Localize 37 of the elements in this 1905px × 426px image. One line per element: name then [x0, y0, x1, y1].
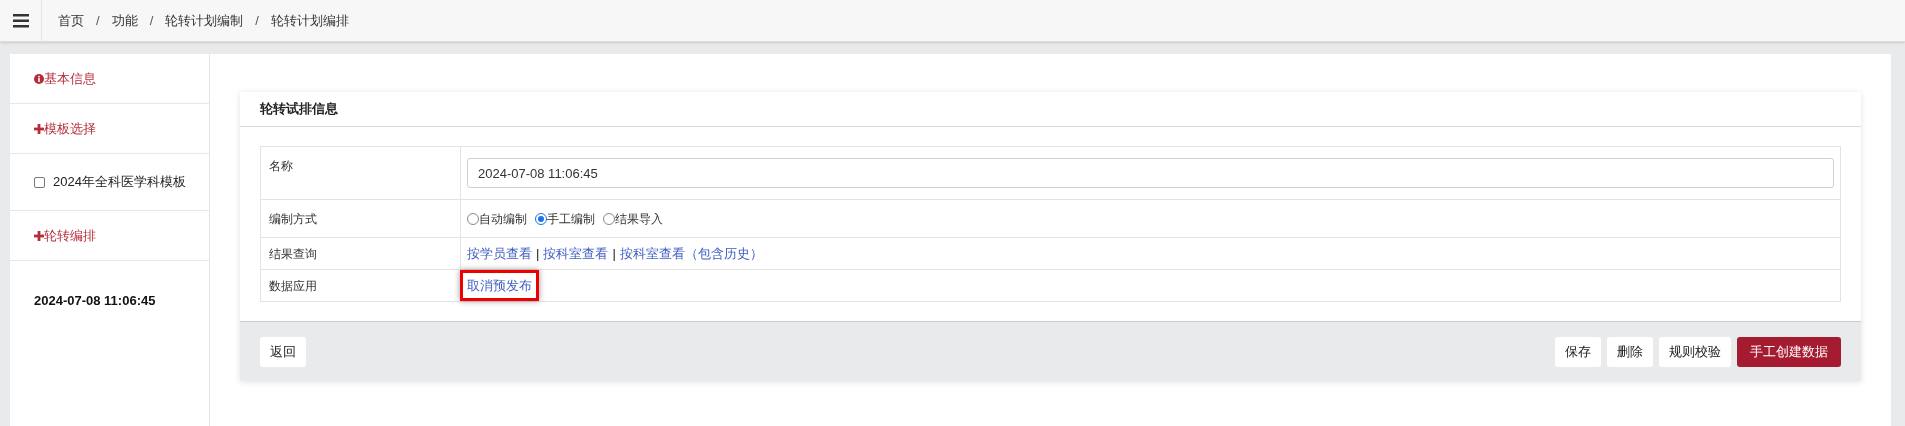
link-separator: | [536, 244, 540, 263]
card-title: 轮转试排信息 [260, 100, 338, 119]
plan-timestamp: 2024-07-08 11:06:45 [34, 292, 156, 311]
sidebar-item[interactable]: 轮转编排 [44, 225, 96, 246]
link[interactable]: 按学员查看 [467, 243, 532, 264]
field-label: 名称 [269, 158, 293, 175]
footer-button[interactable]: 保存 [1555, 336, 1601, 367]
radio-label[interactable]: 结果导入 [615, 209, 663, 228]
breadcrumb-link[interactable]: 首页 [58, 10, 84, 31]
breadcrumb-link[interactable]: 功能 [111, 10, 138, 31]
sidebar-item[interactable]: 模板选择 [44, 118, 96, 139]
footer-button[interactable]: 规则校验 [1659, 336, 1731, 367]
radio-label[interactable]: 自动编制 [479, 209, 527, 228]
link[interactable]: 取消预发布 [467, 275, 532, 296]
menu-icon[interactable] [12, 13, 29, 28]
sidebar-item[interactable]: 基本信息 [44, 68, 96, 89]
footer-button[interactable]: 手工创建数据 [1737, 336, 1841, 367]
checkbox-label[interactable]: 2024年全科医学科模板 [53, 172, 186, 192]
link-separator: | [612, 244, 616, 263]
plus-icon [34, 230, 44, 241]
plus-icon [34, 123, 44, 134]
checkbox[interactable] [34, 176, 45, 188]
breadcrumb-separator: / [148, 11, 155, 30]
footer-button[interactable]: 返回 [260, 336, 306, 367]
name-input[interactable]: 2024-07-08 11:06:45 [467, 158, 1834, 188]
link[interactable]: 按科室查看（包含历史） [619, 243, 763, 264]
field-label: 数据应用 [269, 277, 317, 295]
breadcrumb-link[interactable]: 轮转计划编排 [270, 10, 349, 31]
info-icon [34, 73, 44, 84]
field-label: 结果查询 [269, 245, 317, 263]
radio-label[interactable]: 手工编制 [547, 209, 595, 228]
breadcrumb-separator: / [254, 11, 260, 30]
breadcrumb-separator: / [95, 11, 101, 30]
footer-button[interactable]: 删除 [1607, 336, 1653, 367]
breadcrumb-link[interactable]: 轮转计划编制 [165, 10, 244, 31]
field-label: 编制方式 [269, 210, 317, 228]
link[interactable]: 按科室查看 [543, 243, 609, 264]
